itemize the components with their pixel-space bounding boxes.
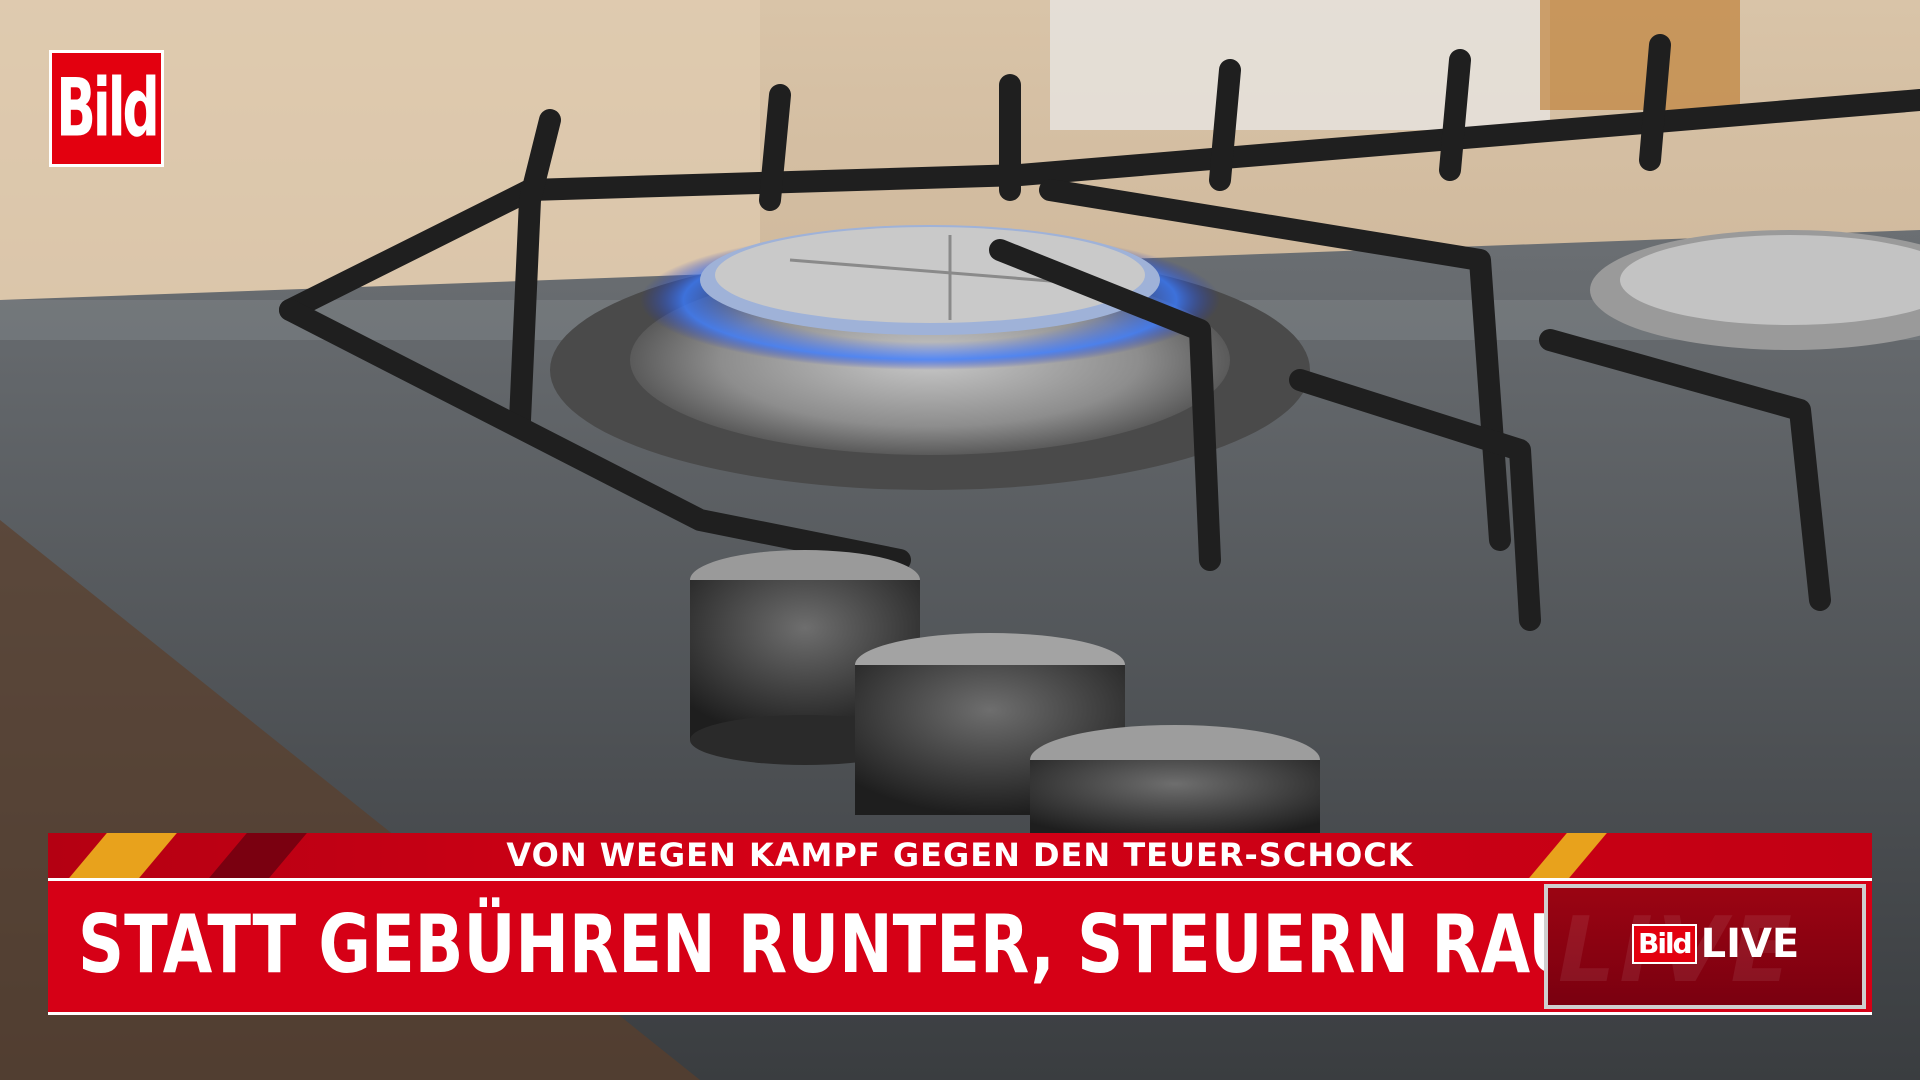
bild-live-badge: LIVE Bild LIVE — [1544, 884, 1866, 1009]
bild-live-logo-bild: Bild — [1632, 924, 1697, 964]
video-frame: Bild VON WEGEN KAMPF GEGEN DEN TEUER-SCH… — [0, 0, 1920, 1080]
bild-live-logo: Bild LIVE — [1632, 924, 1799, 964]
bild-channel-logo: Bild — [49, 50, 164, 167]
headline-text: STATT GEBÜHREN RUNTER, STEUERN RAUF! — [78, 899, 1654, 993]
bild-live-logo-live: LIVE — [1700, 921, 1800, 967]
lower-third: VON WEGEN KAMPF GEGEN DEN TEUER-SCHOCK S… — [48, 833, 1872, 1015]
bild-logo-text: Bild — [56, 62, 160, 155]
